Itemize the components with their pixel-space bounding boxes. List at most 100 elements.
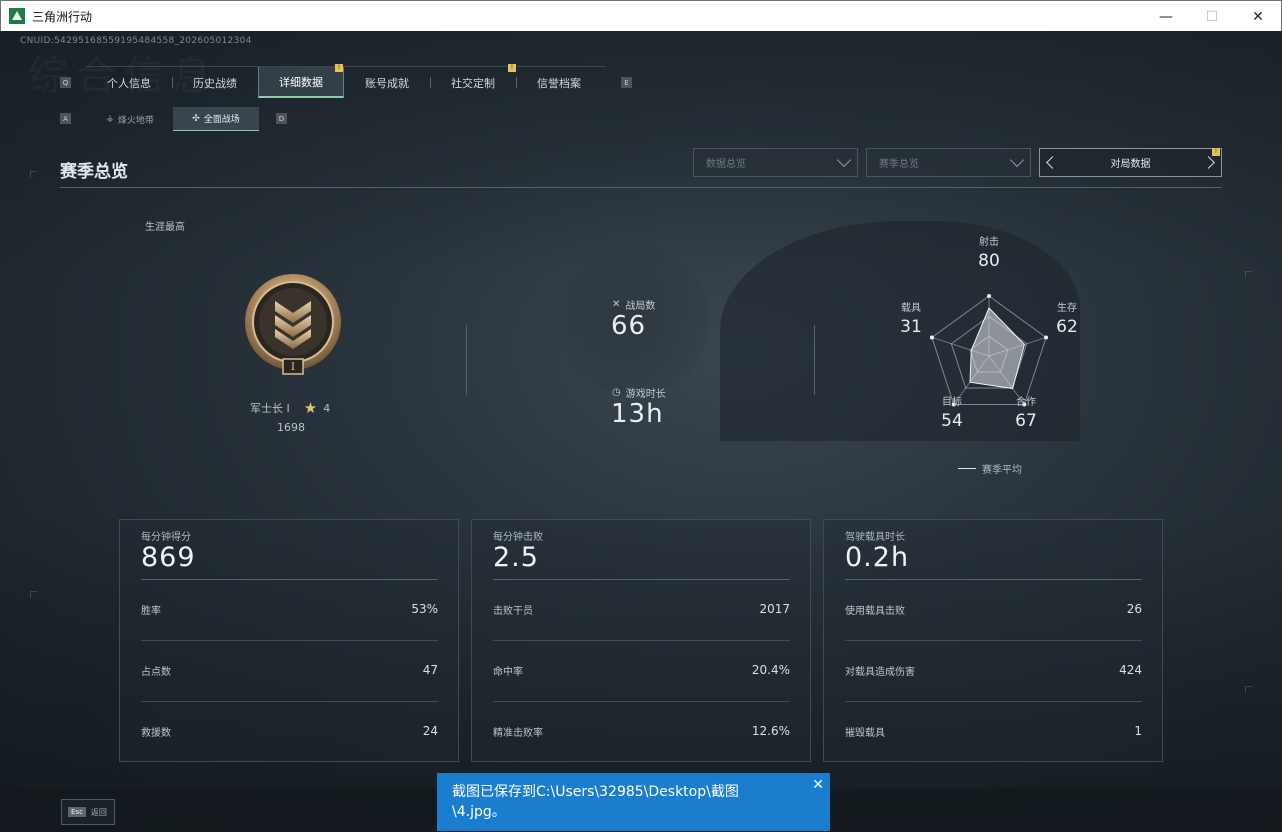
playtime-value: 13h bbox=[611, 399, 664, 429]
close-window-button[interactable]: ✕ bbox=[1235, 1, 1281, 32]
row-label: 使用载具击败 bbox=[845, 605, 905, 617]
card-head-value: 0.2h bbox=[845, 542, 910, 573]
crosshair-icon: ✣ bbox=[192, 113, 200, 124]
radar-area bbox=[969, 307, 1025, 390]
row-label: 对载具造成伤害 bbox=[845, 666, 915, 678]
window-title: 三角洲行动 bbox=[32, 9, 93, 24]
chevron-down-icon bbox=[836, 152, 852, 168]
match-data-label: 对局数据 bbox=[1110, 159, 1151, 170]
grid-mark bbox=[1245, 271, 1252, 278]
radar-vertex-point bbox=[929, 335, 934, 340]
tab-social-custom[interactable]: 社交定制 ! bbox=[430, 64, 516, 98]
tab-match-history[interactable]: 历史战绩 bbox=[172, 67, 258, 98]
chevron-down-icon bbox=[1009, 152, 1025, 168]
subtab-label: 全面战场 bbox=[203, 115, 240, 125]
star-icon: ★ bbox=[303, 399, 318, 417]
row-value: 1 bbox=[1134, 724, 1142, 738]
row-label: 命中率 bbox=[493, 666, 523, 678]
crossed-swords-icon: ✕ bbox=[612, 299, 621, 310]
rank-score: 1698 bbox=[277, 421, 305, 434]
row-label: 胜率 bbox=[141, 605, 161, 617]
app-logo-icon bbox=[9, 8, 25, 24]
chevron-right-icon[interactable] bbox=[1202, 156, 1215, 169]
row-label: 救援数 bbox=[141, 727, 171, 739]
row-value: 20.4% bbox=[751, 663, 790, 677]
maximize-button[interactable]: ☐ bbox=[1189, 1, 1235, 32]
esc-key-hint: Esc bbox=[68, 807, 86, 817]
section-title: 赛季总览 bbox=[60, 162, 128, 182]
season-overview-dropdown[interactable]: 赛季总览 bbox=[866, 148, 1031, 177]
card-row: 摧毁载具 1 bbox=[845, 701, 1142, 761]
data-overview-dropdown[interactable]: 数据总览 bbox=[693, 148, 858, 177]
matches-label: 战局数 bbox=[625, 301, 656, 312]
row-value: 12.6% bbox=[751, 724, 790, 738]
subtab-next-key-hint[interactable]: D bbox=[276, 113, 287, 124]
card-head-value: 2.5 bbox=[493, 542, 539, 573]
card-row: 精准击败率 12.6% bbox=[493, 701, 790, 761]
subtab-hazard-zone[interactable]: ⚶ 烽火地带 bbox=[87, 107, 173, 131]
toast-close-button[interactable]: ✕ bbox=[812, 775, 824, 795]
card-row: 命中率 20.4% bbox=[493, 640, 790, 700]
radar-value-teamwork: 67 bbox=[1015, 411, 1037, 431]
row-value: 53% bbox=[411, 602, 438, 616]
row-value: 424 bbox=[1119, 663, 1142, 677]
chevron-left-icon[interactable] bbox=[1046, 156, 1059, 169]
radar-label-objective: 目标 bbox=[942, 396, 962, 408]
radar-vertex-point bbox=[987, 294, 991, 298]
combat-stats-card: 每分钟击败 2.5 击败干员 2017 命中率 20.4% 精准击败率 12.6% bbox=[471, 519, 811, 762]
game-viewport: 综合信息 CNUID:54295168559195484558_20260501… bbox=[0, 31, 1282, 832]
card-head-label: 驾驶载具时长 bbox=[845, 532, 905, 543]
tab-prev-key-hint[interactable]: Q bbox=[60, 77, 71, 88]
tab-personal-info[interactable]: 个人信息 bbox=[86, 67, 172, 98]
card-row: 使用载具击败 26 bbox=[845, 579, 1142, 639]
legend-line-icon bbox=[958, 468, 976, 469]
toast-message: 截图已保存到C:\Users\32985\Desktop\截图\4.jpg。 bbox=[452, 784, 739, 820]
rank-numeral: I bbox=[291, 362, 295, 373]
card-row: 胜率 53% bbox=[141, 579, 438, 639]
tab-achievements[interactable]: 账号成就 bbox=[344, 67, 430, 98]
grid-mark bbox=[30, 591, 37, 598]
screenshot-saved-toast[interactable]: 截图已保存到C:\Users\32985\Desktop\截图\4.jpg。 ✕ bbox=[437, 773, 830, 831]
back-button[interactable]: Esc 返回 bbox=[61, 799, 115, 825]
notification-badge: ! bbox=[335, 64, 343, 72]
dropdown-placeholder: 数据总览 bbox=[706, 159, 746, 170]
tab-credit-record[interactable]: 信誉档案 bbox=[516, 67, 602, 98]
cnuid-label: CNUID:54295168559195484558_202605012304 bbox=[20, 36, 252, 46]
stats-divider-left bbox=[466, 325, 467, 395]
radar-value-survival: 62 bbox=[1056, 317, 1078, 337]
rank-emblem-icon bbox=[245, 274, 341, 375]
row-value: 26 bbox=[1126, 602, 1142, 616]
tab-detailed-data[interactable]: 详细数据 ! bbox=[258, 64, 344, 98]
tab-label: 账号成就 bbox=[365, 76, 409, 90]
notification-badge: ! bbox=[1212, 148, 1220, 156]
subtab-full-battlefield[interactable]: ✣ 全面战场 bbox=[173, 107, 259, 131]
row-value: 24 bbox=[422, 724, 438, 738]
tab-next-key-hint[interactable]: E bbox=[621, 77, 632, 88]
tab-label: 社交定制 bbox=[451, 76, 495, 90]
back-label: 返回 bbox=[90, 807, 107, 817]
card-head-label: 每分钟得分 bbox=[141, 532, 191, 543]
flame-icon: ⚶ bbox=[106, 114, 114, 124]
tab-label: 信誉档案 bbox=[537, 76, 581, 90]
subtab-prev-key-hint[interactable]: A bbox=[60, 113, 71, 124]
section-divider bbox=[60, 187, 1222, 188]
window-controls: — ☐ ✕ bbox=[1143, 1, 1281, 32]
tab-label: 个人信息 bbox=[107, 76, 151, 90]
radar-label-teamwork: 合作 bbox=[1016, 395, 1036, 408]
minimize-button[interactable]: — bbox=[1143, 1, 1189, 32]
row-label: 精准击败率 bbox=[493, 727, 543, 739]
dropdown-placeholder: 赛季总览 bbox=[879, 159, 919, 170]
playtime-label: 游戏时长 bbox=[625, 389, 666, 400]
clock-icon: ◷ bbox=[612, 387, 621, 398]
rank-info-row: 军士长 I ★ 4 bbox=[250, 399, 330, 417]
grid-mark bbox=[1245, 686, 1252, 693]
mode-subtabs: ⚶ 烽火地带 ✣ 全面战场 bbox=[87, 107, 259, 131]
ability-radar-chart: 射击 80 生存 62 合作 67 目标 54 载具 31 bbox=[900, 236, 1078, 431]
rank-stars: 4 bbox=[323, 401, 331, 415]
radar-label-shooting: 射击 bbox=[979, 236, 999, 248]
legend-label: 赛季平均 bbox=[982, 465, 1022, 476]
notification-badge: ! bbox=[508, 64, 516, 72]
main-tabs: 个人信息 历史战绩 详细数据 ! 账号成就 社交定制 ! 信誉档案 bbox=[86, 64, 606, 98]
vehicle-stats-card: 驾驶载具时长 0.2h 使用载具击败 26 对载具造成伤害 424 摧毁载具 1 bbox=[823, 519, 1163, 762]
radar-legend: 赛季平均 bbox=[958, 461, 1022, 476]
